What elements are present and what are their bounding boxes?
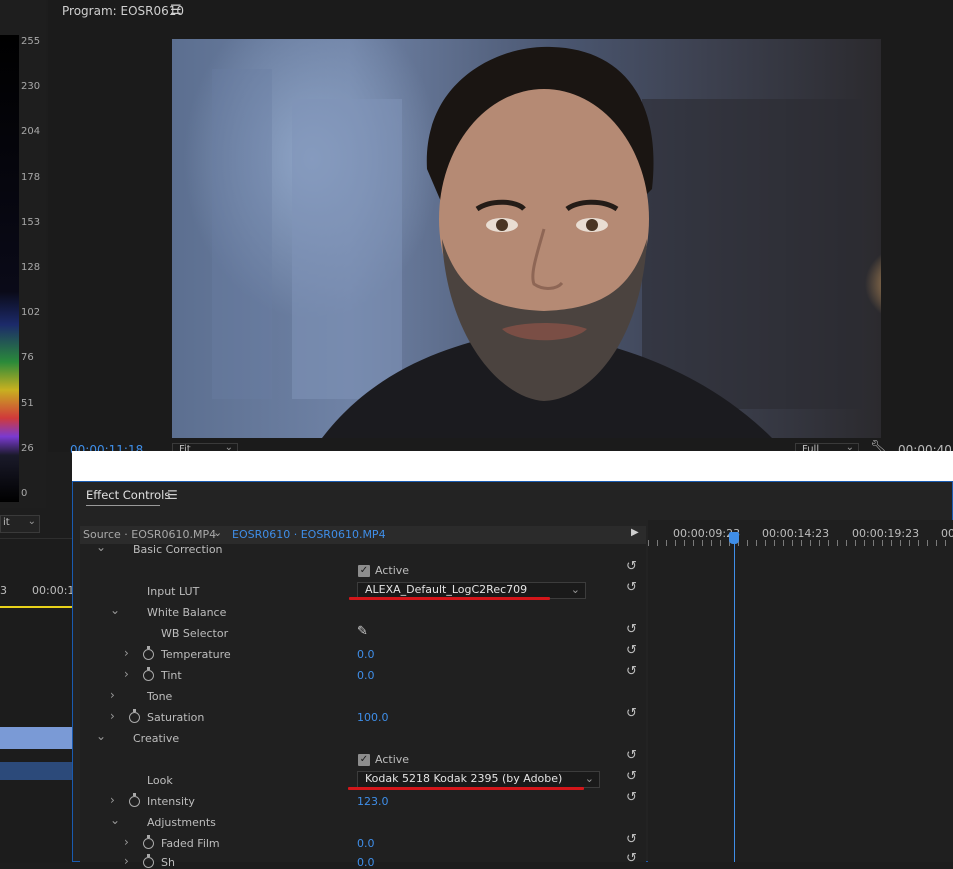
sharpen-label: Sh [161, 856, 175, 869]
stopwatch-icon[interactable] [143, 835, 154, 849]
scope-dropdown-value: it [3, 517, 10, 528]
temperature-value[interactable]: 0.0 [357, 648, 375, 661]
scope-tick: 51 [21, 398, 34, 409]
chevron-down-icon: ⌄ [27, 516, 36, 527]
stopwatch-icon[interactable] [143, 667, 154, 681]
overlay-band [72, 451, 953, 481]
look-value: Kodak 5218 Kodak 2395 (by Adobe) [365, 772, 563, 785]
intensity-label: Intensity [147, 795, 195, 808]
hamburger-icon[interactable]: ☰ [170, 3, 182, 18]
faded-film-label: Faded Film [161, 837, 220, 850]
reset-icon[interactable]: ↺ [626, 643, 637, 658]
reset-icon[interactable]: ↺ [626, 559, 637, 574]
scope-tick: 26 [21, 443, 34, 454]
eyedropper-icon[interactable]: ✎ [357, 624, 368, 639]
scope-tick: 128 [21, 262, 41, 273]
timeline-ruler[interactable] [648, 540, 953, 546]
red-annotation-underline [349, 597, 550, 600]
scope-tick: 204 [21, 126, 41, 137]
saturation-value[interactable]: 100.0 [357, 711, 389, 724]
audio-clip[interactable] [0, 762, 72, 780]
chevron-down-icon[interactable]: ⌄ [96, 540, 106, 554]
stopwatch-icon[interactable] [129, 709, 140, 723]
active-checkbox[interactable]: ✓ [358, 565, 370, 577]
reset-icon[interactable]: ↺ [626, 748, 637, 763]
chevron-right-icon[interactable]: › [124, 646, 129, 660]
play-triangle-icon[interactable]: ▶ [631, 527, 639, 538]
scope-bitdepth-dropdown[interactable]: it ⌄ [0, 515, 40, 533]
playhead-line [734, 544, 735, 862]
reset-icon[interactable]: ↺ [626, 580, 637, 595]
chevron-right-icon[interactable]: › [124, 835, 129, 849]
active-label: Active [375, 753, 410, 766]
playhead-handle[interactable] [729, 532, 739, 544]
video-frame [172, 39, 881, 438]
tone-label: Tone [147, 690, 173, 703]
scope-tick: 178 [21, 172, 41, 183]
input-lut-label: Input LUT [147, 585, 200, 598]
chevron-right-icon[interactable]: › [124, 854, 129, 868]
sharpen-value[interactable]: 0.0 [357, 856, 375, 869]
work-area-bar[interactable] [0, 606, 72, 608]
chevron-down-icon: ⌄ [584, 772, 594, 785]
effect-controls-tab[interactable]: Effect Controls [86, 488, 170, 502]
wb-selector-label: WB Selector [161, 627, 229, 640]
look-dropdown[interactable]: Kodak 5218 Kodak 2395 (by Adobe) ⌄ [357, 771, 600, 788]
stopwatch-icon[interactable] [143, 854, 154, 868]
reset-icon[interactable]: ↺ [626, 664, 637, 679]
reset-icon[interactable]: ↺ [626, 622, 637, 637]
active-checkbox[interactable]: ✓ [358, 754, 370, 766]
hamburger-icon[interactable]: ☰ [167, 488, 178, 502]
tint-label: Tint [161, 669, 182, 682]
faded-film-value[interactable]: 0.0 [357, 837, 375, 850]
stopwatch-icon[interactable] [129, 793, 140, 807]
stopwatch-icon[interactable] [143, 646, 154, 660]
program-monitor-title[interactable]: Program: EOSR0610 [62, 4, 184, 18]
chevron-down-icon: ⌄ [570, 583, 580, 596]
video-clip[interactable] [0, 727, 72, 749]
active-label: Active [375, 564, 410, 577]
chevron-right-icon[interactable]: › [124, 667, 129, 681]
intensity-value[interactable]: 123.0 [357, 795, 389, 808]
scope-tick: 255 [21, 36, 41, 47]
scope-tick: 153 [21, 217, 41, 228]
sequence-clip-label[interactable]: EOSR0610 · EOSR0610.MP4 [232, 528, 386, 541]
timeline-ruler-label: 00:00:14:23 [762, 527, 830, 540]
chevron-down-icon[interactable]: ⌄ [110, 813, 120, 827]
timeline-ruler-label: 00:00:19:23 [852, 527, 920, 540]
look-label: Look [147, 774, 173, 787]
timeline-ruler-label: 3 [0, 584, 7, 597]
reset-icon[interactable]: ↺ [626, 769, 637, 784]
waveform-display [0, 35, 19, 502]
scope-tick: 230 [21, 81, 41, 92]
temperature-label: Temperature [161, 648, 231, 661]
active-tab-underline [86, 505, 160, 506]
timeline-ruler-label: 00 [941, 527, 953, 540]
scope-tick: 76 [21, 352, 34, 363]
effect-controls-timeline[interactable] [648, 520, 953, 862]
tint-value[interactable]: 0.0 [357, 669, 375, 682]
chevron-down-icon[interactable]: ⌄ [110, 603, 120, 617]
adjustments-label: Adjustments [147, 816, 216, 829]
reset-icon[interactable]: ↺ [626, 790, 637, 805]
chevron-down-icon[interactable]: ⌄ [213, 526, 222, 539]
saturation-label: Saturation [147, 711, 205, 724]
input-lut-value: ALEXA_Default_LogC2Rec709 [365, 583, 528, 596]
red-annotation-underline [348, 787, 584, 790]
reset-icon[interactable]: ↺ [626, 706, 637, 721]
reset-icon[interactable]: ↺ [626, 832, 637, 847]
chevron-right-icon[interactable]: › [110, 709, 115, 723]
white-balance-label: White Balance [147, 606, 227, 619]
creative-label: Creative [133, 732, 180, 745]
scope-tick: 102 [21, 307, 41, 318]
chevron-right-icon[interactable]: › [110, 793, 115, 807]
scope-tick: 0 [21, 488, 28, 499]
chevron-right-icon[interactable]: › [110, 688, 115, 702]
reset-icon[interactable]: ↺ [626, 851, 637, 866]
basic-correction-label: Basic Correction [133, 543, 223, 556]
chevron-down-icon[interactable]: ⌄ [96, 729, 106, 743]
